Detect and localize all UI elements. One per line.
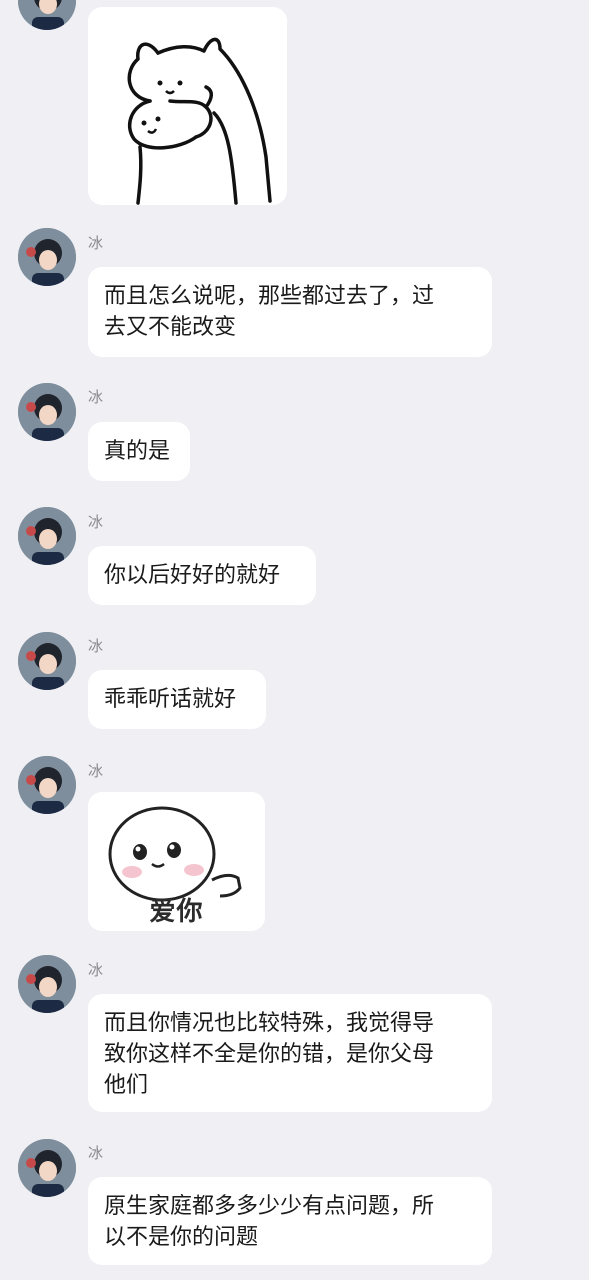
avatar[interactable] [18, 1139, 76, 1197]
message-bubble[interactable]: 而且你情况也比较特殊，我觉得导 致你这样不全是你的错，是你父母 他们 [88, 994, 492, 1112]
message-text: 而且你情况也比较特殊，我觉得导 致你这样不全是你的错，是你父母 他们 [104, 1011, 435, 1098]
sender-name: 冰 [88, 513, 104, 531]
sender-name: 冰 [88, 388, 104, 406]
avatar[interactable] [18, 0, 76, 30]
message-text: 原生家庭都多多少少有点问题，所 以不是你的问题 [104, 1194, 435, 1250]
avatar[interactable] [18, 632, 76, 690]
message-bubble[interactable]: 乖乖听话就好 [88, 670, 266, 729]
sticker-message[interactable] [88, 7, 287, 205]
message-text: 你以后好好的就好 [104, 563, 281, 588]
sender-name: 冰 [88, 234, 104, 252]
bear-hug-sticker-icon [127, 37, 272, 205]
sender-name: 冰 [88, 1144, 104, 1162]
sticker-caption: 爱你 [149, 897, 204, 927]
sender-name: 冰 [88, 762, 104, 780]
sticker-message[interactable]: 爱你 [88, 792, 265, 931]
avatar[interactable] [18, 228, 76, 286]
message-text: 乖乖听话就好 [104, 687, 237, 712]
avatar[interactable] [18, 955, 76, 1013]
avatar[interactable] [18, 507, 76, 565]
avatar[interactable] [18, 383, 76, 441]
message-bubble[interactable]: 而且怎么说呢，那些都过去了，过 去又不能改变 [88, 267, 492, 357]
message-text: 而且怎么说呢，那些都过去了，过 去又不能改变 [104, 284, 435, 340]
message-bubble[interactable]: 你以后好好的就好 [88, 546, 316, 605]
avatar[interactable] [18, 756, 76, 814]
sender-name: 冰 [88, 961, 104, 979]
sender-name: 冰 [88, 637, 104, 655]
message-text: 真的是 [104, 439, 171, 464]
message-bubble[interactable]: 真的是 [88, 422, 190, 481]
message-bubble[interactable]: 原生家庭都多多少少有点问题，所 以不是你的问题 [88, 1177, 492, 1265]
